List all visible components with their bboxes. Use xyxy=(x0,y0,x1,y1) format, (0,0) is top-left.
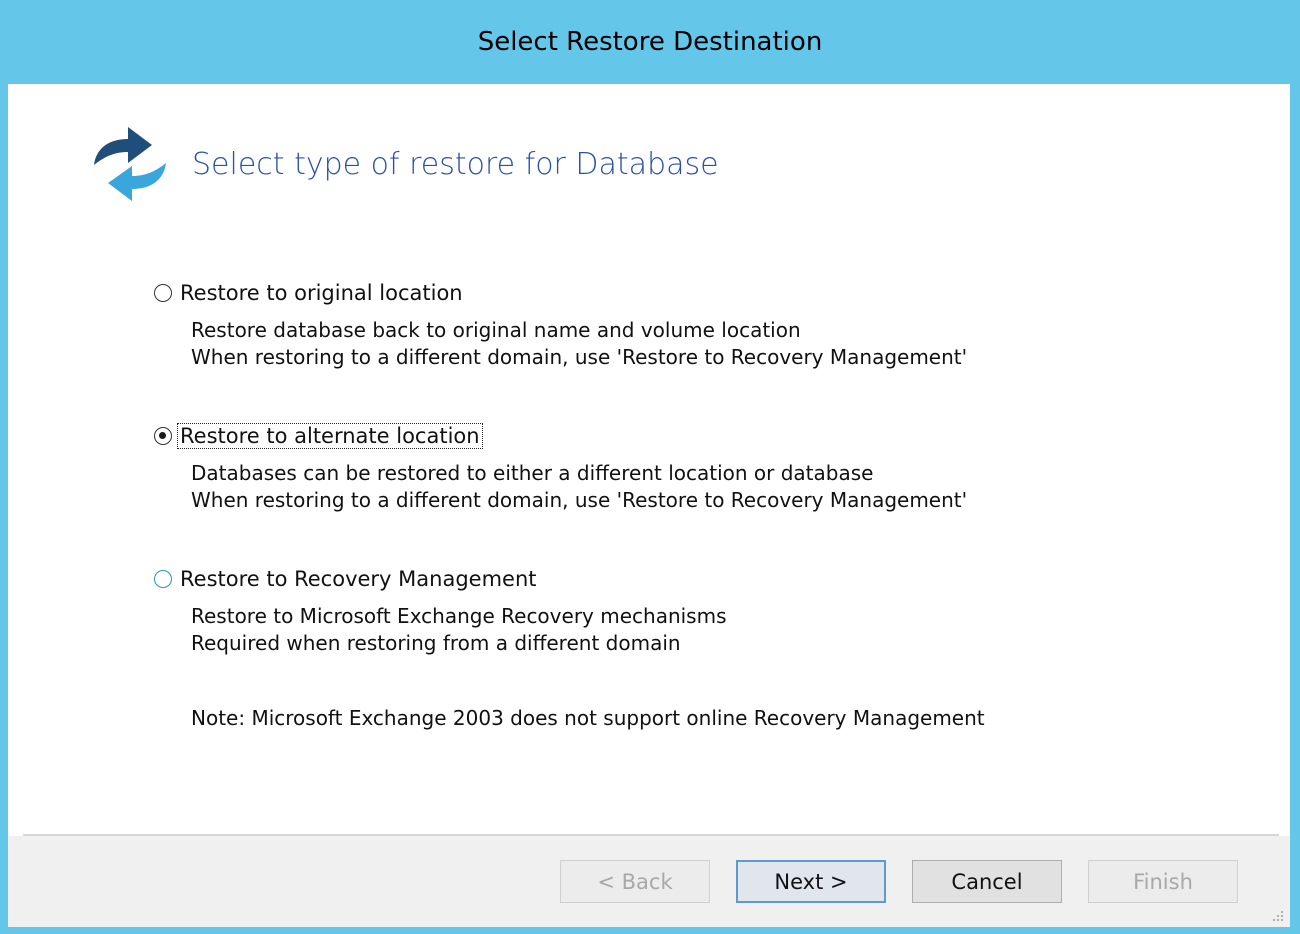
resize-grip-icon[interactable] xyxy=(1270,907,1284,921)
radio-recovery-management[interactable]: Restore to Recovery Management xyxy=(154,565,1054,593)
radio-label[interactable]: Restore to alternate location xyxy=(177,423,483,449)
description-line: Databases can be restored to either a di… xyxy=(191,461,874,485)
option-original-location: Restore to original location Restore dat… xyxy=(154,279,1054,371)
description-line: Required when restoring from a different… xyxy=(191,631,681,655)
refresh-arrows-icon xyxy=(90,121,170,209)
description-line: Restore to Microsoft Exchange Recovery m… xyxy=(191,604,727,628)
radio-label[interactable]: Restore to original location xyxy=(178,281,465,305)
next-button[interactable]: Next > xyxy=(736,860,886,903)
option-alternate-location: Restore to alternate location Databases … xyxy=(154,422,1054,514)
option-description: Databases can be restored to either a di… xyxy=(191,460,1054,514)
button-bar: < Back Next > Cancel Finish xyxy=(8,836,1290,927)
option-recovery-management: Restore to Recovery Management Restore t… xyxy=(154,565,1054,657)
dialog-window: Select Restore Destination Select type o… xyxy=(0,0,1300,934)
radio-button[interactable] xyxy=(154,427,172,445)
note-text: Note: Microsoft Exchange 2003 does not s… xyxy=(191,706,985,730)
radio-alternate-location[interactable]: Restore to alternate location xyxy=(154,422,1054,450)
radio-button[interactable] xyxy=(154,284,172,302)
radio-label[interactable]: Restore to Recovery Management xyxy=(178,567,539,591)
radio-button[interactable] xyxy=(154,570,172,588)
dialog-content: Select type of restore for Database Rest… xyxy=(8,84,1290,927)
description-line: When restoring to a different domain, us… xyxy=(191,488,968,512)
radio-original-location[interactable]: Restore to original location xyxy=(154,279,1054,307)
finish-button[interactable]: Finish xyxy=(1088,860,1238,903)
page-title: Select type of restore for Database xyxy=(192,147,719,182)
option-description: Restore to Microsoft Exchange Recovery m… xyxy=(191,603,1054,657)
description-line: When restoring to a different domain, us… xyxy=(191,345,968,369)
option-description: Restore database back to original name a… xyxy=(191,317,1054,371)
cancel-button[interactable]: Cancel xyxy=(912,860,1062,903)
window-title: Select Restore Destination xyxy=(477,27,823,57)
back-button[interactable]: < Back xyxy=(560,860,710,903)
description-line: Restore database back to original name a… xyxy=(191,318,801,342)
